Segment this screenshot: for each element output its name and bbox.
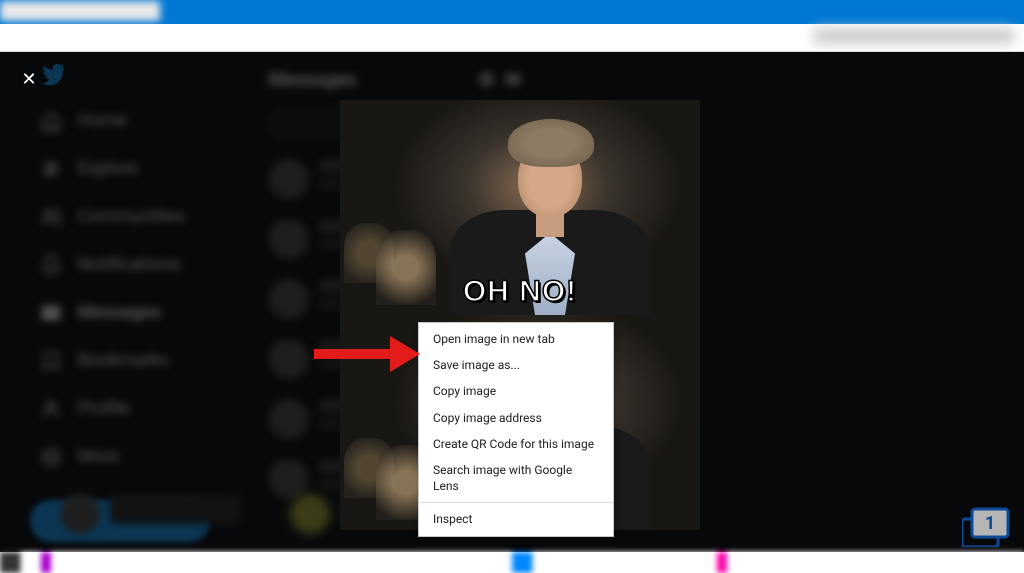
bookmark-icon [40, 350, 62, 372]
sidebar-item-bookmarks[interactable]: Bookmarks [30, 346, 225, 376]
sidebar-item-label: Home [78, 110, 126, 131]
browser-tab[interactable] [0, 1, 160, 21]
home-icon [40, 110, 62, 132]
cm-search-google-lens[interactable]: Search image with Google Lens [419, 457, 613, 499]
sidebar-item-label: Explore [78, 158, 137, 179]
cm-create-qr[interactable]: Create QR Code for this image [419, 431, 613, 457]
messages-title: Messages [269, 68, 356, 91]
sidebar-item-home[interactable]: Home [30, 106, 225, 136]
avatar [269, 159, 309, 199]
os-taskbar[interactable] [0, 552, 1024, 573]
bell-icon [40, 254, 62, 276]
browser-titlebar [0, 0, 1024, 24]
sidebar-item-profile[interactable]: Profile [30, 394, 225, 424]
watermark-icon: 1 [962, 505, 1010, 547]
svg-text:1: 1 [985, 513, 995, 534]
close-label: ✕ [21, 69, 36, 90]
settings-icon[interactable]: ⚙ [478, 68, 495, 91]
sidebar-item-label: Communities [78, 206, 185, 227]
more-icon [40, 446, 62, 468]
close-icon[interactable]: ✕ [14, 64, 44, 94]
sidebar-item-label: More [78, 446, 119, 467]
sidebar-item-explore[interactable]: Explore [30, 154, 225, 184]
cm-copy-image-address[interactable]: Copy image address [419, 405, 613, 431]
avatar [269, 339, 309, 379]
twitter-logo-icon [40, 64, 66, 88]
sidebar-item-messages[interactable]: Messages [30, 298, 225, 328]
toolbar-actions [814, 28, 1014, 44]
new-message-icon[interactable]: ✉ [505, 68, 521, 91]
sidebar-item-notifications[interactable]: Notifications [30, 250, 225, 280]
sidebar-item-label: Notifications [78, 254, 180, 275]
meme-top-caption: OH NO! [340, 275, 700, 309]
avatar [269, 399, 309, 439]
meme-top-panel: OH NO! [340, 100, 700, 315]
context-menu: Open image in new tab Save image as... C… [418, 322, 614, 537]
sidebar-item-communities[interactable]: Communities [30, 202, 225, 232]
sidebar-item-label: Messages [78, 302, 161, 323]
cm-divider [419, 502, 613, 503]
avatar [269, 459, 309, 499]
sidebar-item-label: Bookmarks [78, 350, 169, 371]
account-switcher[interactable] [60, 494, 240, 534]
browser-toolbar [0, 24, 1024, 52]
cm-inspect[interactable]: Inspect [419, 506, 613, 532]
cm-copy-image[interactable]: Copy image [419, 378, 613, 404]
avatar [269, 279, 309, 319]
page-content: Home Explore Communities Notifications M… [0, 52, 1024, 552]
hash-icon [40, 158, 62, 180]
mail-icon [40, 302, 62, 324]
cm-save-image-as[interactable]: Save image as... [419, 352, 613, 378]
user-icon [40, 398, 62, 420]
cm-open-new-tab[interactable]: Open image in new tab [419, 326, 613, 352]
sidebar-item-label: Profile [78, 398, 129, 419]
people-icon [40, 206, 62, 228]
avatar [269, 219, 309, 259]
messages-header: Messages ⚙ ✉ [255, 62, 535, 97]
sidebar-item-more[interactable]: More [30, 442, 225, 472]
sidebar: Home Explore Communities Notifications M… [0, 52, 255, 552]
